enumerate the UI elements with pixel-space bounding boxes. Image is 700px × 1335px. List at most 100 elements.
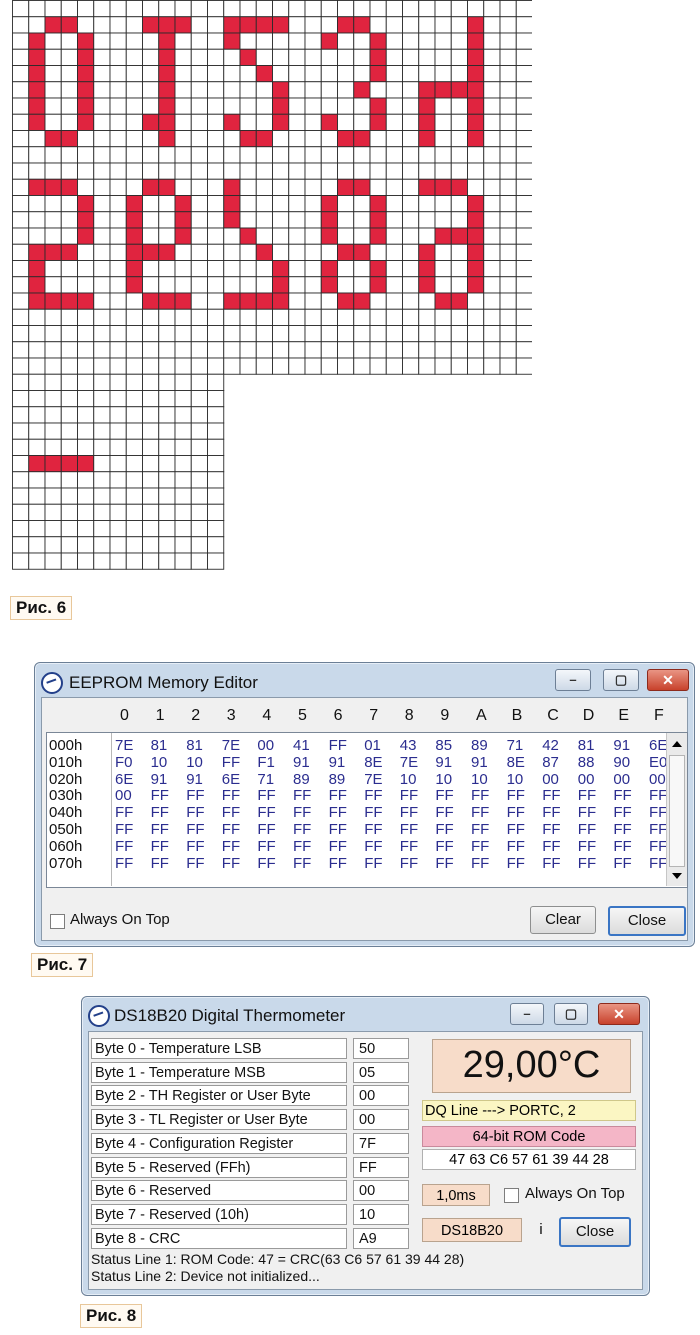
hex-byte-cell[interactable]: FF: [222, 804, 240, 821]
hex-byte-cell[interactable]: 7E: [222, 737, 240, 754]
hex-byte-cell[interactable]: 71: [507, 737, 524, 754]
hex-byte-cell[interactable]: FF: [649, 804, 667, 821]
maximize-button[interactable]: ▢: [603, 669, 639, 691]
close-window-button[interactable]: ✕: [647, 669, 689, 691]
hex-byte-cell[interactable]: FF: [257, 855, 275, 872]
hex-byte-cell[interactable]: 89: [471, 737, 488, 754]
hex-byte-cell[interactable]: FF: [578, 804, 596, 821]
hex-byte-cell[interactable]: 81: [151, 737, 168, 754]
hex-byte-cell[interactable]: F0: [115, 754, 133, 771]
hex-byte-cell[interactable]: 87: [542, 754, 559, 771]
hex-byte-cell[interactable]: 81: [186, 737, 203, 754]
hex-byte-cell[interactable]: 8E: [364, 754, 382, 771]
minimize-button[interactable]: –: [510, 1003, 544, 1025]
hex-byte-cell[interactable]: FF: [613, 787, 631, 804]
hex-byte-cell[interactable]: FF: [293, 855, 311, 872]
byte-value[interactable]: 50: [353, 1038, 409, 1059]
hex-byte-cell[interactable]: 91: [435, 754, 452, 771]
maximize-button[interactable]: ▢: [554, 1003, 588, 1025]
hex-byte-cell[interactable]: 6E: [115, 771, 133, 788]
hex-byte-cell[interactable]: FF: [151, 838, 169, 855]
hex-byte-cell[interactable]: F1: [257, 754, 275, 771]
hex-byte-cell[interactable]: FF: [578, 821, 596, 838]
hex-byte-cell[interactable]: 41: [293, 737, 310, 754]
hex-byte-cell[interactable]: 8E: [507, 754, 525, 771]
hex-byte-cell[interactable]: 7E: [364, 771, 382, 788]
hex-byte-cell[interactable]: FF: [186, 804, 204, 821]
hex-byte-cell[interactable]: 85: [435, 737, 452, 754]
hex-byte-cell[interactable]: FF: [151, 787, 169, 804]
byte-value[interactable]: 00: [353, 1180, 409, 1202]
hex-byte-cell[interactable]: FF: [293, 838, 311, 855]
always-on-top-checkbox[interactable]: [50, 914, 65, 929]
hex-byte-cell[interactable]: FF: [542, 804, 560, 821]
title-bar[interactable]: DS18B20 Digital Thermometer – ▢ ✕: [82, 997, 649, 1031]
hex-byte-cell[interactable]: FF: [186, 787, 204, 804]
hex-byte-cell[interactable]: FF: [115, 855, 133, 872]
hex-byte-cell[interactable]: 91: [613, 737, 630, 754]
hex-byte-cell[interactable]: FF: [222, 754, 240, 771]
byte-value[interactable]: FF: [353, 1156, 409, 1178]
hex-byte-cell[interactable]: FF: [293, 821, 311, 838]
hex-byte-cell[interactable]: FF: [329, 787, 347, 804]
hex-byte-cell[interactable]: 89: [293, 771, 310, 788]
vertical-scrollbar[interactable]: [666, 733, 687, 886]
hex-byte-cell[interactable]: 91: [186, 771, 203, 788]
close-button[interactable]: Close: [608, 906, 686, 936]
hex-byte-cell[interactable]: 7E: [115, 737, 133, 754]
hex-byte-cell[interactable]: FF: [364, 855, 382, 872]
hex-byte-cell[interactable]: FF: [257, 804, 275, 821]
hex-byte-cell[interactable]: FF: [151, 804, 169, 821]
hex-byte-cell[interactable]: FF: [186, 855, 204, 872]
hex-byte-cell[interactable]: FF: [507, 855, 525, 872]
hex-byte-cell[interactable]: FF: [578, 855, 596, 872]
hex-byte-cell[interactable]: 91: [471, 754, 488, 771]
hex-byte-cell[interactable]: FF: [471, 838, 489, 855]
info-button[interactable]: i: [532, 1218, 550, 1242]
hex-byte-cell[interactable]: 00: [578, 771, 595, 788]
hex-byte-cell[interactable]: FF: [578, 838, 596, 855]
close-window-button[interactable]: ✕: [598, 1003, 640, 1025]
hex-byte-cell[interactable]: 10: [151, 754, 168, 771]
title-bar[interactable]: EEPROM Memory Editor – ▢ ✕: [35, 663, 694, 697]
scroll-down-icon[interactable]: [672, 873, 682, 879]
hex-byte-cell[interactable]: FF: [649, 855, 667, 872]
byte-value[interactable]: 05: [353, 1061, 409, 1083]
hex-byte-cell[interactable]: 10: [471, 771, 488, 788]
hex-byte-cell[interactable]: FF: [115, 838, 133, 855]
hex-byte-cell[interactable]: 10: [435, 771, 452, 788]
hex-byte-cell[interactable]: FF: [329, 821, 347, 838]
hex-byte-cell[interactable]: FF: [435, 804, 453, 821]
hex-byte-cell[interactable]: FF: [578, 787, 596, 804]
hex-byte-cell[interactable]: FF: [400, 855, 418, 872]
hex-byte-cell[interactable]: FF: [613, 855, 631, 872]
hex-byte-cell[interactable]: FF: [364, 821, 382, 838]
hex-byte-cell[interactable]: 43: [400, 737, 417, 754]
hex-byte-cell[interactable]: 10: [507, 771, 524, 788]
hex-byte-cell[interactable]: FF: [649, 838, 667, 855]
hex-byte-cell[interactable]: FF: [649, 821, 667, 838]
hex-byte-cell[interactable]: FF: [400, 838, 418, 855]
byte-value[interactable]: 10: [353, 1203, 409, 1225]
hex-byte-cell[interactable]: FF: [542, 838, 560, 855]
hex-byte-cell[interactable]: FF: [257, 838, 275, 855]
hex-byte-cell[interactable]: 88: [578, 754, 595, 771]
hex-byte-cell[interactable]: FF: [329, 804, 347, 821]
hex-byte-cell[interactable]: 6E: [222, 771, 240, 788]
hex-byte-cell[interactable]: FF: [151, 821, 169, 838]
hex-byte-cell[interactable]: FF: [507, 838, 525, 855]
byte-value[interactable]: 00: [353, 1085, 409, 1107]
hex-byte-cell[interactable]: FF: [151, 855, 169, 872]
hex-byte-cell[interactable]: 71: [257, 771, 274, 788]
hex-byte-cell[interactable]: FF: [257, 821, 275, 838]
hex-byte-cell[interactable]: FF: [542, 821, 560, 838]
hex-byte-cell[interactable]: 81: [578, 737, 595, 754]
hex-byte-cell[interactable]: FF: [471, 804, 489, 821]
hex-byte-cell[interactable]: FF: [222, 821, 240, 838]
hex-byte-cell[interactable]: FF: [613, 838, 631, 855]
byte-value[interactable]: 7F: [353, 1132, 409, 1154]
hex-byte-cell[interactable]: FF: [649, 787, 667, 804]
hex-byte-cell[interactable]: FF: [115, 821, 133, 838]
byte-value[interactable]: A9: [353, 1227, 409, 1249]
hex-byte-cell[interactable]: FF: [222, 838, 240, 855]
